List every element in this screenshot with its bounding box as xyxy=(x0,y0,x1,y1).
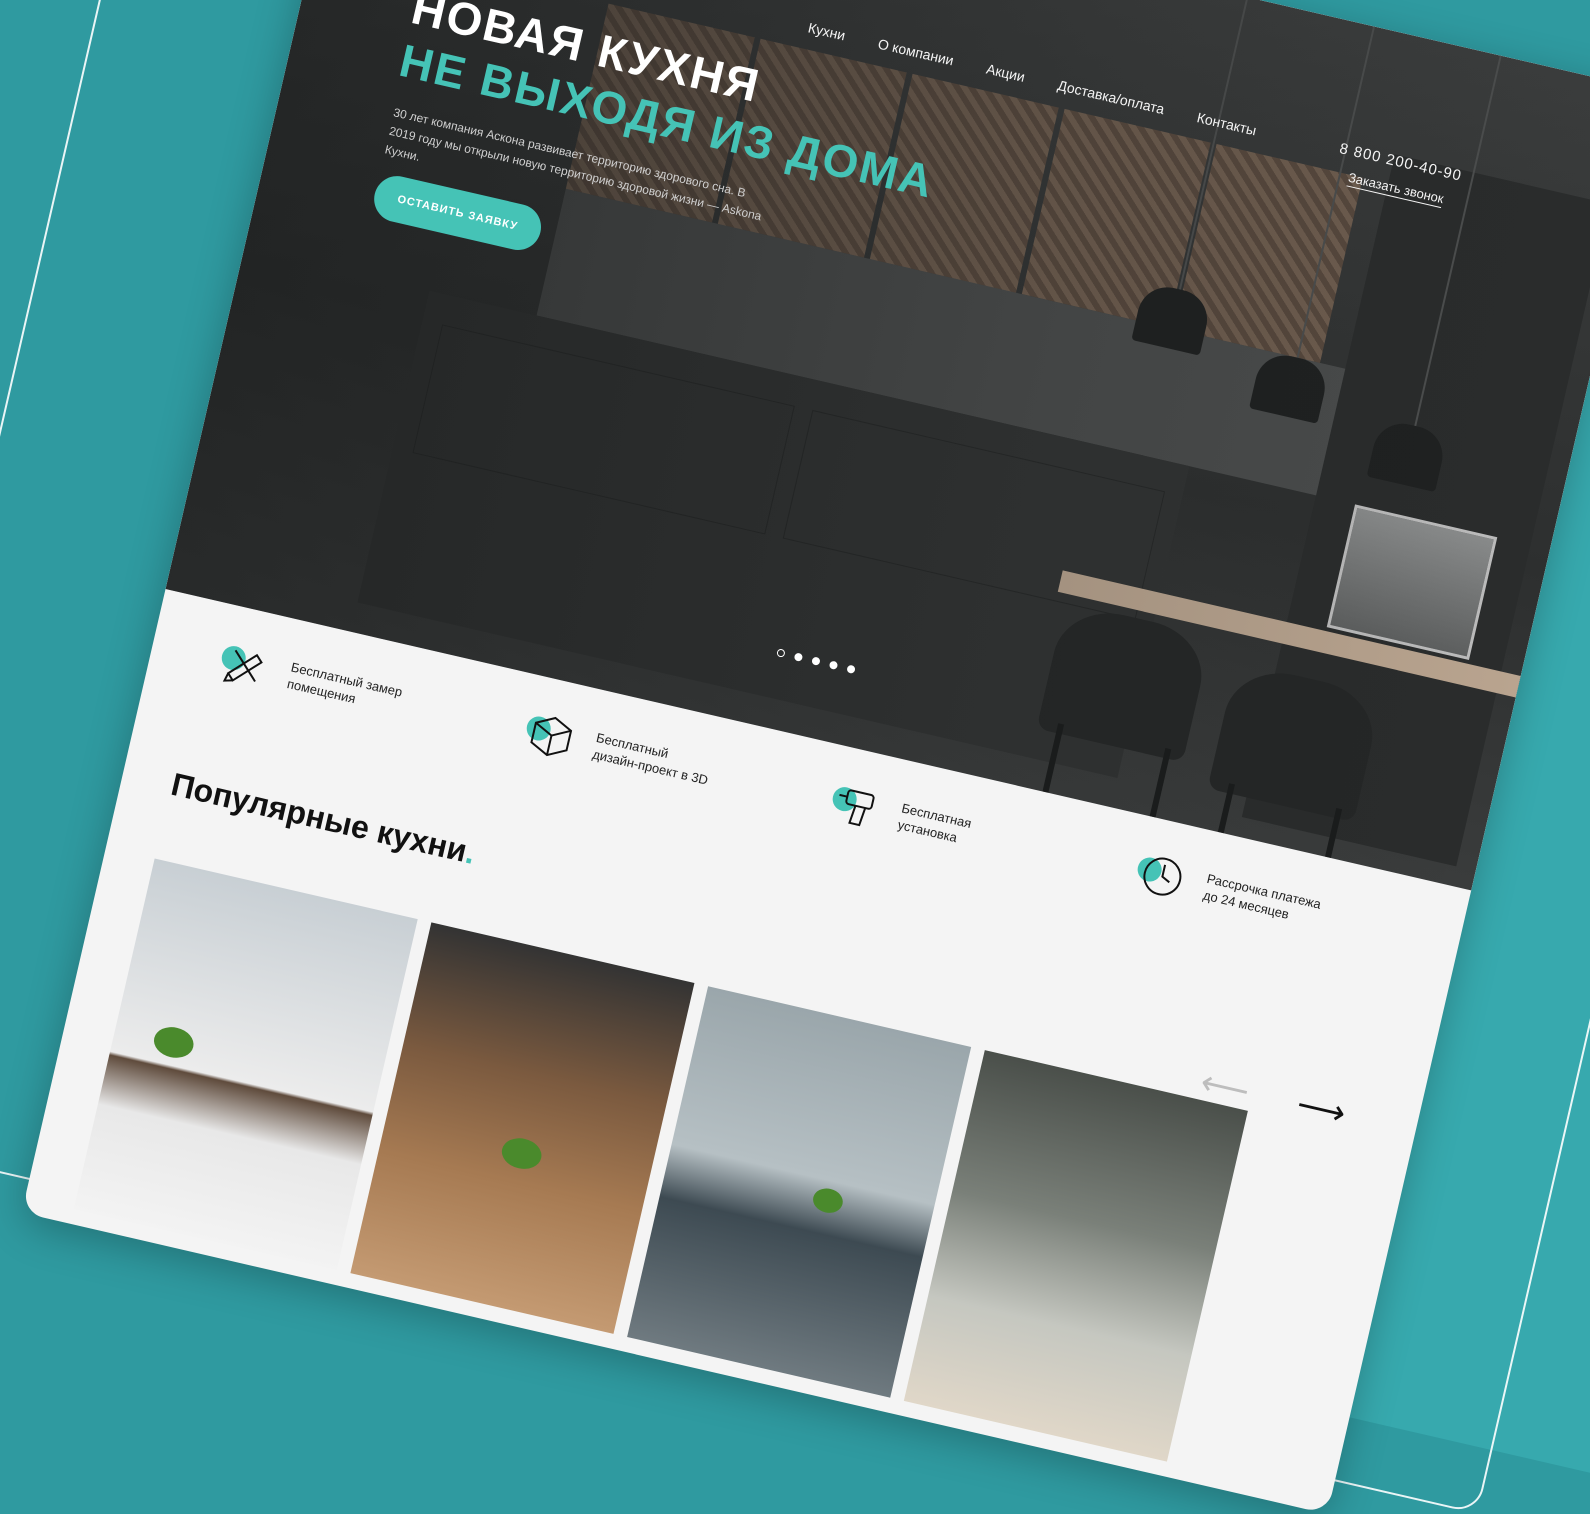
kitchen-cards xyxy=(73,858,1248,1462)
slider-dot[interactable] xyxy=(811,656,821,666)
slider-dot[interactable] xyxy=(828,660,839,670)
cube-icon xyxy=(521,706,579,764)
section-title: Популярные кухни. xyxy=(167,765,480,871)
clock-icon xyxy=(1132,847,1190,905)
tablet-screen: Кухни О компании Акции Доставка/оплата К… xyxy=(21,0,1590,1514)
drill-icon xyxy=(826,777,884,835)
arrow-right-icon[interactable]: ⟶ xyxy=(1293,1085,1349,1133)
slider-dot[interactable] xyxy=(776,648,786,658)
slider-dot[interactable] xyxy=(793,652,804,662)
pencil-ruler-icon xyxy=(216,636,274,694)
hero-banner: Кухни О компании Акции Доставка/оплата К… xyxy=(165,0,1590,891)
